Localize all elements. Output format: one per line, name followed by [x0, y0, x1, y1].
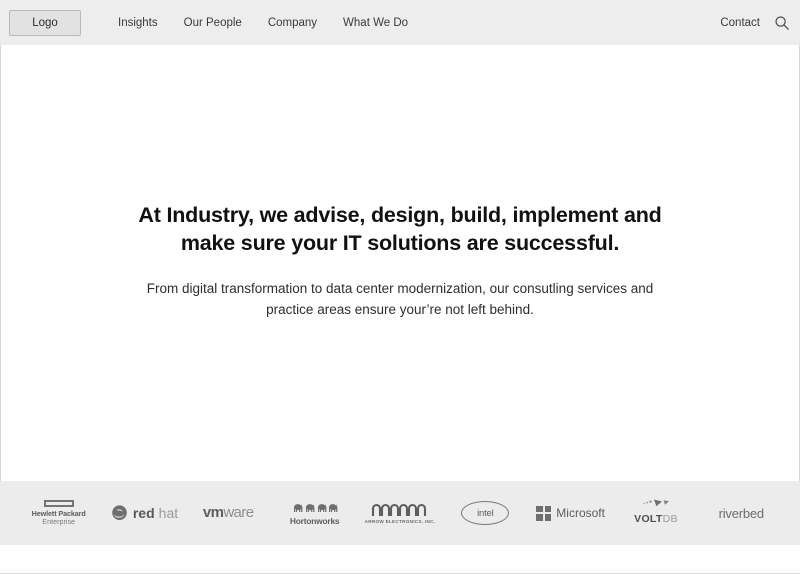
- partner-logo-riverbed: riverbed: [699, 481, 784, 545]
- partner-logo-vmware: vmware·: [187, 481, 272, 545]
- partner-logo-hpe: Hewlett Packard Enterprise: [16, 481, 101, 545]
- header-right-group: Contact: [720, 0, 790, 45]
- hero-section: At Industry, we advise, design, build, i…: [0, 45, 800, 481]
- partner-logo-hortonworks: Hortonworks: [272, 481, 357, 545]
- site-header: Logo Insights Our People Company What We…: [0, 0, 800, 45]
- partner-logo-microsoft: Microsoft: [528, 481, 613, 545]
- hero-headline: At Industry, we advise, design, build, i…: [138, 203, 662, 256]
- redhat-logo-word1: red: [132, 505, 155, 521]
- logo-button-label: Logo: [32, 16, 58, 29]
- nav-item-contact[interactable]: Contact: [720, 17, 760, 29]
- hpe-rectangle-icon: [43, 499, 74, 507]
- main-navigation: Insights Our People Company What We Do: [118, 17, 408, 29]
- search-icon[interactable]: [774, 15, 790, 31]
- partner-logo-redhat: red hat: [101, 481, 186, 545]
- partner-logo-arrow: ARROW ELECTRONICS, INC.: [357, 481, 442, 545]
- voltdb-chevron-icon: [641, 499, 671, 509]
- partner-logo-intel: intel: [443, 481, 528, 545]
- hortonworks-elephants-icon: [292, 501, 338, 516]
- vmware-logo-word1: vm: [202, 504, 224, 521]
- voltdb-logo-word2: DB: [662, 513, 678, 525]
- hortonworks-logo-label: Hortonworks: [289, 515, 340, 526]
- partner-logo-voltdb: VOLTDB: [613, 481, 698, 545]
- intel-logo-label: intel: [477, 507, 494, 519]
- arrow-zigzag-icon: [371, 502, 429, 519]
- nav-item-company[interactable]: Company: [268, 17, 317, 29]
- voltdb-logo-word1: VOLT: [634, 513, 663, 525]
- footer-spacer: [0, 545, 800, 574]
- arrow-logo-label: ARROW ELECTRONICS, INC.: [364, 519, 436, 524]
- partner-logo-strip: Hewlett Packard Enterprise red hat vmwar…: [0, 481, 800, 545]
- redhat-logo-word2: hat: [158, 505, 179, 521]
- page-root: Logo Insights Our People Company What We…: [0, 0, 800, 574]
- vmware-trademark-mark: ·: [253, 505, 256, 513]
- microsoft-logo-label: Microsoft: [556, 506, 605, 520]
- hero-subheadline: From digital transformation to data cent…: [146, 280, 654, 317]
- nav-item-insights[interactable]: Insights: [118, 17, 158, 29]
- hpe-logo-line2: Enterprise: [42, 517, 76, 526]
- nav-item-our-people[interactable]: Our People: [184, 17, 242, 29]
- microsoft-squares-icon: [536, 505, 552, 521]
- redhat-shadowman-icon: [110, 504, 129, 523]
- vmware-logo-word2: ware: [223, 504, 254, 521]
- logo-button[interactable]: Logo: [9, 9, 81, 36]
- riverbed-logo-label: riverbed: [718, 505, 765, 521]
- nav-item-what-we-do[interactable]: What We Do: [343, 17, 408, 29]
